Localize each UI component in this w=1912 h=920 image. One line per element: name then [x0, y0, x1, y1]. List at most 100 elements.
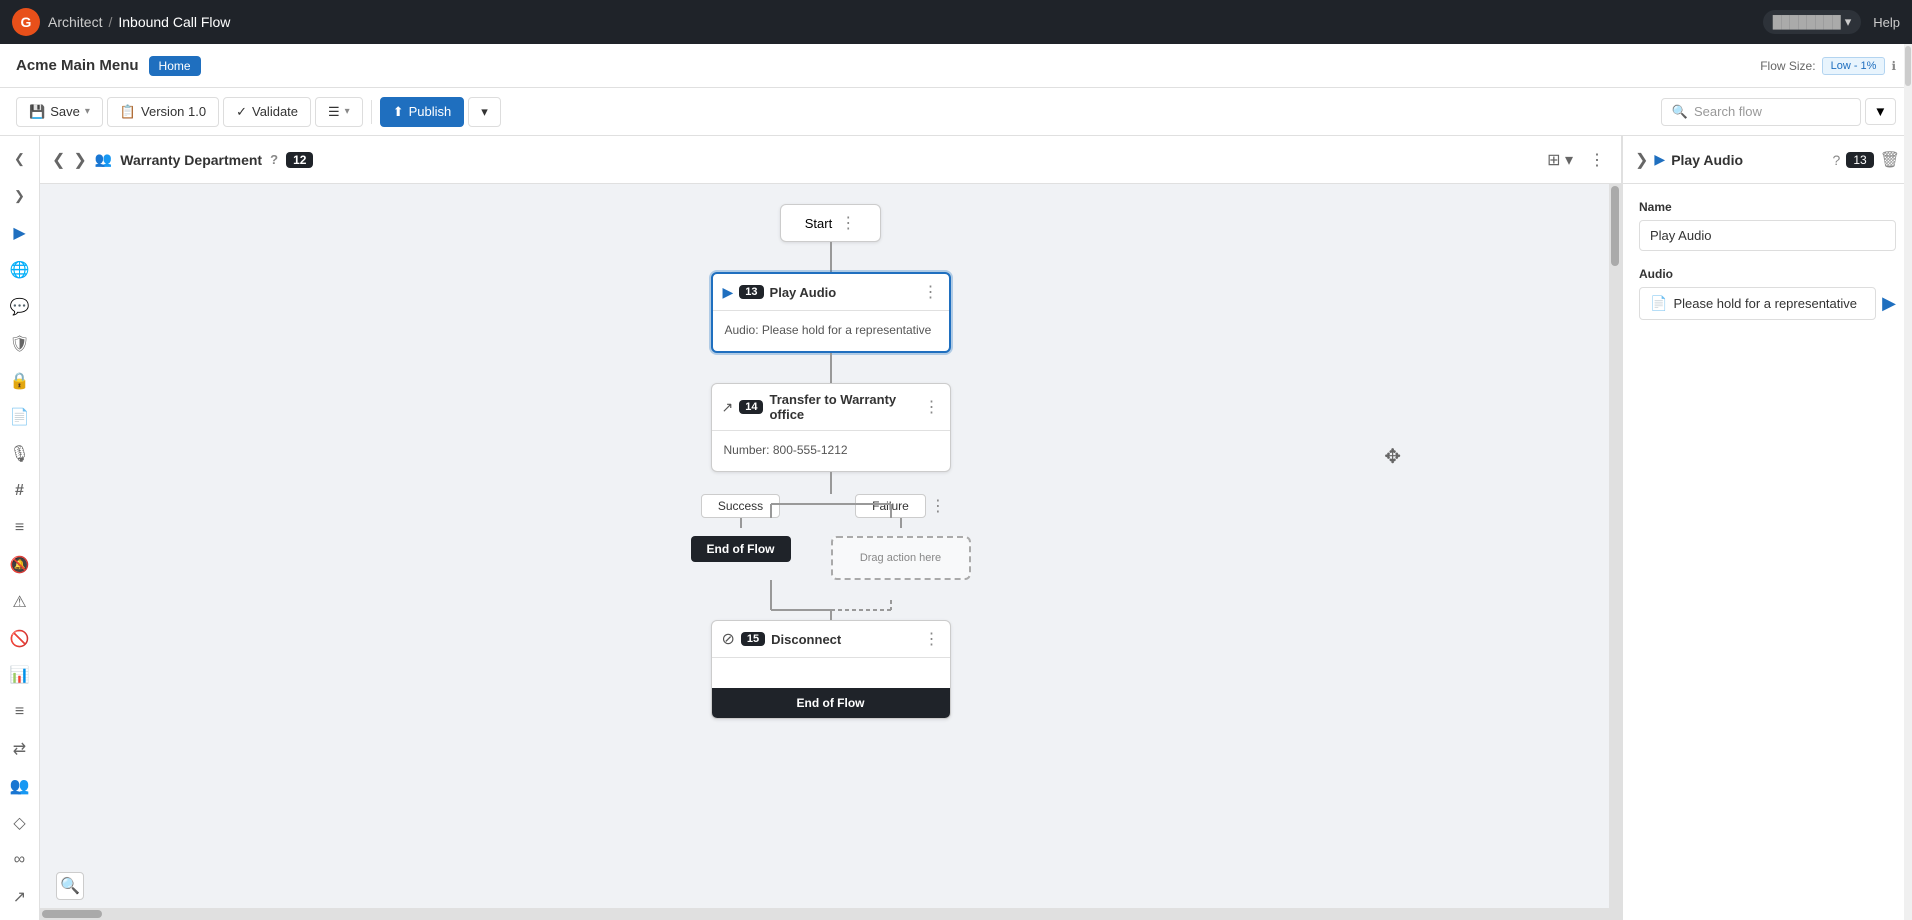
sidebar-expand-icon[interactable]: ❯: [4, 181, 36, 212]
filter-icon: ▼: [1874, 104, 1887, 119]
start-label: Start: [805, 216, 832, 231]
name-field-label: Name: [1639, 200, 1896, 214]
sidebar-item-menu[interactable]: ≡: [4, 697, 36, 728]
sidebar-item-chart[interactable]: 📊: [4, 660, 36, 691]
sidebar-item-globe[interactable]: 🌐: [4, 255, 36, 286]
panel-expand-button[interactable]: ❯: [73, 150, 86, 170]
validate-icon: ✓: [236, 104, 247, 120]
start-node[interactable]: Start ⋮: [780, 204, 881, 242]
sidebar-item-external[interactable]: ↗: [4, 881, 36, 912]
breadcrumb-root[interactable]: Architect: [48, 14, 102, 30]
name-field-input[interactable]: [1639, 220, 1896, 251]
validate-button[interactable]: ✓ Validate: [223, 97, 311, 127]
flow-size-info-icon[interactable]: ℹ: [1891, 59, 1896, 73]
sidebar-item-infinity[interactable]: ∞: [4, 844, 36, 875]
connector-play-transfer: [830, 353, 832, 383]
drag-action-placeholder[interactable]: Drag action here: [831, 536, 971, 580]
play-audio-more-button[interactable]: ⋮: [923, 282, 939, 302]
transfer-title: Transfer to Warranty office: [769, 392, 917, 422]
transfer-number: Number: 800-555-1212: [724, 443, 848, 457]
sidebar-item-split[interactable]: ⇄: [4, 734, 36, 765]
publish-label: Publish: [409, 104, 452, 119]
more-options-button[interactable]: ⋮: [1585, 146, 1609, 174]
start-more-button[interactable]: ⋮: [840, 213, 856, 233]
vertical-scrollbar[interactable]: [1609, 184, 1621, 908]
sidebar-item-shield[interactable]: 🛡: [4, 328, 36, 359]
search-flow-input[interactable]: 🔍 Search flow: [1661, 98, 1861, 126]
right-panel: ❯ ▶ Play Audio ? 13 🗑 Name Audio 📄 Pleas…: [1622, 136, 1912, 920]
right-panel-help-icon[interactable]: ?: [1833, 152, 1841, 168]
transfer-node[interactable]: ↗ 14 Transfer to Warranty office ⋮ Numbe…: [711, 383, 951, 472]
left-sidebar: ❮ ❯ ▶ 🌐 💬 🛡 🔒 📄 🎙 # ≡ 🔕 ⚠ 🚫 📊 ≡ ⇄ 👥 ◇ ∞ …: [0, 136, 40, 920]
play-audio-node[interactable]: ▶ 13 Play Audio ⋮ Audio: Please hold for…: [711, 272, 951, 353]
success-eof-button[interactable]: End of Flow: [691, 536, 791, 562]
department-name: Warranty Department: [120, 152, 262, 168]
version-button[interactable]: 📋 Version 1.0: [107, 97, 219, 127]
sidebar-item-note[interactable]: ≡: [4, 513, 36, 544]
user-chevron-icon: ▾: [1845, 14, 1852, 30]
version-label: Version 1.0: [141, 104, 206, 119]
failure-more-button[interactable]: ⋮: [930, 496, 946, 516]
sidebar-item-play[interactable]: ▶: [4, 218, 36, 249]
app-title: Acme Main Menu: [16, 57, 139, 74]
list-chevron-icon: ▾: [345, 106, 350, 117]
help-button[interactable]: Help: [1873, 15, 1900, 30]
merge-lines-svg: [711, 580, 951, 610]
list-view-button[interactable]: ☰ ▾: [315, 97, 363, 127]
sidebar-item-group[interactable]: 👥: [4, 771, 36, 802]
right-panel-back-button[interactable]: ❯: [1635, 150, 1648, 170]
flow-panel: ❮ ❯ 👥 Warranty Department ? 12 ⊞ ▾ ⋮ Sta…: [40, 136, 1622, 920]
sidebar-item-mic[interactable]: 🎙: [4, 439, 36, 470]
version-icon: 📋: [120, 104, 136, 120]
audio-input-field[interactable]: 📄 Please hold for a representative: [1639, 287, 1876, 320]
filter-button[interactable]: ▼: [1865, 98, 1896, 125]
audio-field-icon: 📄: [1650, 295, 1667, 312]
right-panel-body: Name Audio 📄 Please hold for a represent…: [1623, 184, 1912, 920]
publish-icon: ⬆: [393, 104, 404, 120]
transfer-header: ↗ 14 Transfer to Warranty office ⋮: [712, 384, 950, 431]
sidebar-item-hash[interactable]: #: [4, 476, 36, 507]
disconnect-more-button[interactable]: ⋮: [924, 629, 940, 649]
sidebar-item-block[interactable]: 🚫: [4, 623, 36, 654]
sidebar-item-bell[interactable]: 🔕: [4, 549, 36, 580]
play-audio-title: Play Audio: [770, 285, 917, 300]
right-panel-delete-button[interactable]: 🗑: [1880, 150, 1900, 170]
department-icon: 👥: [95, 151, 112, 168]
breadcrumb-current: Inbound Call Flow: [118, 14, 230, 30]
transfer-more-button[interactable]: ⋮: [924, 397, 940, 417]
sidebar-item-doc[interactable]: 📄: [4, 402, 36, 433]
canvas[interactable]: Start ⋮ ▶ 13 Play Audio ⋮ Audio:: [40, 184, 1621, 920]
vertical-scroll-thumb[interactable]: [1611, 186, 1619, 266]
right-panel-scrollbar[interactable]: [1904, 44, 1912, 920]
horizontal-scrollbar[interactable]: [40, 908, 1621, 920]
sidebar-collapse-icon[interactable]: ❮: [4, 144, 36, 175]
panel-header-actions: ⊞ ▾ ⋮: [1543, 146, 1609, 174]
zoom-controls: 🔍: [56, 872, 84, 900]
logo-icon: G: [12, 8, 40, 36]
disconnect-node[interactable]: ⊘ 15 Disconnect ⋮ End of Flow: [711, 620, 951, 719]
play-audio-id: 13: [739, 285, 763, 299]
disconnect-title: Disconnect: [771, 632, 917, 647]
sidebar-item-alert[interactable]: ⚠: [4, 586, 36, 617]
toolbar-divider: [371, 100, 372, 124]
publish-button[interactable]: ⬆ Publish: [380, 97, 465, 127]
sidebar-item-diamond[interactable]: ◇: [4, 807, 36, 838]
branches-row: Success End of Flow Failure ⋮ Drag actio: [691, 494, 971, 580]
layout-button[interactable]: ⊞ ▾: [1543, 146, 1577, 174]
home-tab[interactable]: Home: [149, 56, 201, 76]
panel-collapse-button[interactable]: ❮: [52, 150, 65, 170]
user-menu[interactable]: ████████ ▾: [1763, 10, 1862, 34]
toolbar: 💾 Save ▾ 📋 Version 1.0 ✓ Validate ☰ ▾ ⬆ …: [0, 88, 1912, 136]
right-panel-scroll-thumb[interactable]: [1905, 46, 1911, 86]
second-navigation: Acme Main Menu Home Flow Size: Low - 1% …: [0, 44, 1912, 88]
panel-title: 👥 Warranty Department ? 12: [95, 151, 314, 168]
name-field-group: Name: [1639, 200, 1896, 251]
help-icon[interactable]: ?: [270, 152, 278, 167]
sidebar-item-lock[interactable]: 🔒: [4, 365, 36, 396]
publish-more-button[interactable]: ▾: [468, 97, 501, 127]
zoom-in-button[interactable]: 🔍: [56, 872, 84, 900]
audio-play-button[interactable]: ▶: [1882, 293, 1896, 314]
horizontal-scroll-thumb[interactable]: [42, 910, 102, 918]
sidebar-item-messages[interactable]: 💬: [4, 291, 36, 322]
save-button[interactable]: 💾 Save ▾: [16, 97, 103, 127]
